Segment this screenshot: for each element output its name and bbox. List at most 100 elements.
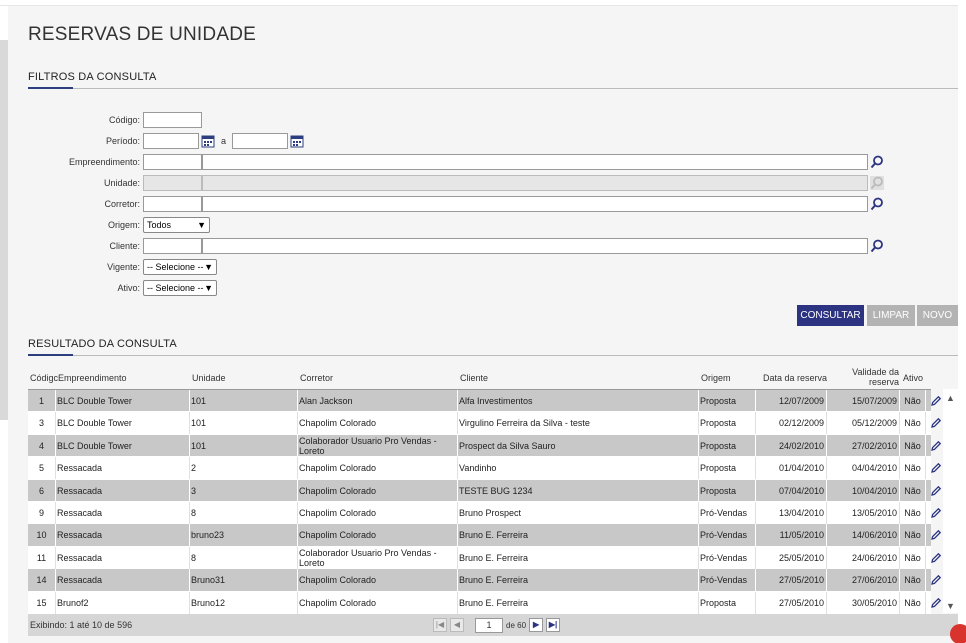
results-accent	[28, 354, 73, 356]
cell-cliente: Virgulino Ferreira da Silva - teste	[458, 412, 699, 435]
cell-ativo: Não	[900, 591, 926, 614]
cell-cliente: Prospect da Silva Sauro	[458, 434, 699, 457]
cell-validade: 27/06/2010	[827, 569, 900, 592]
edit-icon[interactable]	[930, 485, 942, 497]
origem-select[interactable]: Todos ▼	[143, 217, 210, 233]
table-row[interactable]: 14 Ressacada Bruno31 Chapolim Colorado Bruno…	[28, 569, 942, 592]
cell-validade: 10/04/2010	[827, 479, 900, 502]
calendar-icon[interactable]	[201, 134, 215, 148]
chevron-down-icon: ▼	[204, 283, 213, 293]
novo-button[interactable]: NOVO	[917, 305, 958, 326]
periodo-separator: a	[221, 136, 227, 146]
cell-data: 27/05/2010	[756, 591, 827, 614]
pagination-info: Exibindo: 1 até 10 de 596	[30, 620, 133, 630]
edit-icon[interactable]	[930, 395, 942, 407]
col-codigo[interactable]: Códigc	[30, 373, 58, 383]
cell-data: 27/05/2010	[756, 569, 827, 592]
cell-origem: Pró-Vendas	[699, 569, 756, 592]
cell-validade: 05/12/2009	[827, 412, 900, 435]
next-page-icon[interactable]: ▶	[529, 618, 544, 632]
edit-icon[interactable]	[930, 574, 942, 586]
col-cliente[interactable]: Cliente	[460, 373, 488, 383]
table-row[interactable]: 4 BLC Double Tower 101 Colaborador Usuario …	[28, 434, 942, 458]
edit-icon[interactable]	[930, 507, 942, 519]
help-badge[interactable]	[950, 624, 966, 643]
periodo-end-input[interactable]	[232, 133, 288, 149]
origem-select-value: Todos	[147, 220, 172, 230]
consultar-button[interactable]: CONSULTAR	[797, 305, 864, 326]
origem-label: Origem:	[107, 220, 140, 230]
search-icon[interactable]	[870, 239, 884, 253]
cell-unidade: 8	[190, 546, 298, 569]
filters-divider	[28, 88, 958, 89]
cell-empreendimento: Ressacada	[56, 501, 190, 524]
filters-accent	[28, 87, 73, 89]
codigo-input[interactable]	[143, 112, 202, 128]
edit-icon[interactable]	[930, 529, 942, 541]
corretor-code-input[interactable]	[143, 196, 202, 212]
table-row[interactable]: 6 Ressacada 3 Chapolim Colorado TESTE BUG 12…	[28, 479, 942, 502]
ativo-select-value: -- Selecione --	[147, 283, 204, 293]
cliente-name-input[interactable]	[202, 238, 868, 254]
cell-ativo: Não	[900, 390, 926, 412]
table-row[interactable]: 3 BLC Double Tower 101 Chapolim Colorado Vir…	[28, 412, 942, 435]
corretor-name-input[interactable]	[202, 196, 868, 212]
table-scrollbar[interactable]: ▲ ▼	[943, 389, 958, 613]
col-origem[interactable]: Origem	[701, 373, 731, 383]
edit-icon[interactable]	[930, 417, 942, 429]
edit-icon[interactable]	[930, 440, 942, 452]
cell-validade: 15/07/2009	[827, 390, 900, 412]
col-data-reserva[interactable]: Data da reserva	[763, 373, 827, 383]
edit-icon[interactable]	[930, 597, 942, 609]
cell-data: 07/04/2010	[756, 479, 827, 502]
page-number-input[interactable]: 1	[475, 617, 503, 633]
col-empreendimento[interactable]: Empreendimento	[58, 373, 127, 383]
edit-icon[interactable]	[930, 552, 942, 564]
cell-corretor: Chapolim Colorado	[298, 457, 458, 480]
scroll-down-icon[interactable]: ▼	[946, 601, 955, 611]
cell-ativo: Não	[900, 524, 926, 547]
cell-corretor: Chapolim Colorado	[298, 591, 458, 614]
table-row[interactable]: 15 Brunof2 Bruno12 Chapolim Colorado Bruno E…	[28, 591, 942, 614]
cell-cliente: Bruno E. Ferreira	[458, 569, 699, 592]
empreendimento-code-input[interactable]	[143, 154, 202, 170]
scroll-up-icon[interactable]: ▲	[946, 393, 955, 403]
limpar-button[interactable]: LIMPAR	[867, 305, 915, 326]
empreendimento-name-input[interactable]	[202, 154, 868, 170]
cell-validade: 24/06/2010	[827, 546, 900, 569]
col-validade-reserva[interactable]: Validade da reserva	[834, 367, 899, 387]
col-corretor[interactable]: Corretor	[300, 373, 333, 383]
table-row[interactable]: 10 Ressacada bruno23 Chapolim Colorado Bruno…	[28, 524, 942, 547]
cell-codigo: 15	[28, 591, 56, 614]
table-row[interactable]: 11 Ressacada 8 Colaborador Usuario Pro Vend…	[28, 546, 942, 570]
search-icon[interactable]	[870, 197, 884, 211]
vigente-select[interactable]: -- Selecione -- ▼	[143, 259, 217, 275]
cell-ativo: Não	[900, 412, 926, 435]
cell-ativo: Não	[900, 479, 926, 502]
cell-data: 13/04/2010	[756, 501, 827, 524]
cell-ativo: Não	[900, 457, 926, 480]
search-icon[interactable]	[870, 155, 884, 169]
left-scrollbar[interactable]	[0, 40, 8, 420]
cell-corretor: Colaborador Usuario Pro Vendas - Loreto	[298, 434, 458, 457]
table-row[interactable]: 5 Ressacada 2 Chapolim Colorado Vandinho Prop…	[28, 457, 942, 480]
cell-codigo: 3	[28, 412, 56, 435]
periodo-start-input[interactable]	[143, 133, 199, 149]
unidade-label: Unidade:	[103, 178, 140, 188]
cell-empreendimento: Ressacada	[56, 524, 190, 547]
ativo-select[interactable]: -- Selecione -- ▼	[143, 280, 217, 296]
cell-unidade: 2	[190, 457, 298, 480]
col-unidade[interactable]: Unidade	[192, 373, 226, 383]
cliente-code-input[interactable]	[143, 238, 202, 254]
table-row[interactable]: 9 Ressacada 8 Chapolim Colorado Bruno Prospe…	[28, 501, 942, 525]
prev-page-icon[interactable]: ◀	[450, 618, 464, 632]
edit-icon[interactable]	[930, 462, 942, 474]
first-page-icon[interactable]: |◀	[433, 618, 447, 632]
cell-corretor: Chapolim Colorado	[298, 412, 458, 435]
col-ativo[interactable]: Ativo	[903, 373, 923, 383]
calendar-icon[interactable]	[290, 134, 304, 148]
cell-data: 12/07/2009	[756, 390, 827, 412]
last-page-icon[interactable]: ▶|	[546, 618, 561, 632]
cell-cliente: Bruno E. Ferreira	[458, 524, 699, 547]
table-row[interactable]: 1 BLC Double Tower 101 Alan Jackson Alfa Inv…	[28, 390, 942, 413]
